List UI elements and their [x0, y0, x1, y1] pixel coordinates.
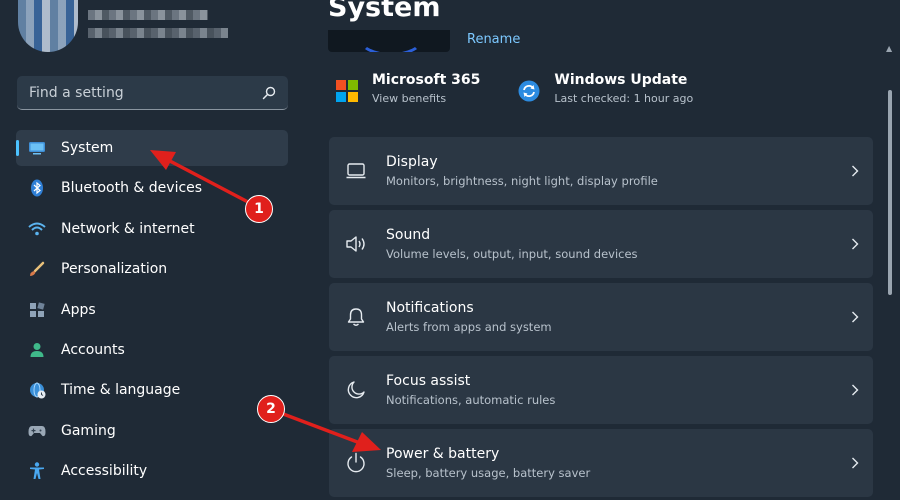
- sidebar-item-label: Bluetooth & devices: [61, 180, 203, 197]
- sidebar-item-label: Personalization: [61, 261, 168, 278]
- card-subtitle: Alerts from apps and system: [386, 320, 552, 334]
- quick-link-title: Windows Update: [554, 72, 688, 88]
- microsoft-logo-icon: [336, 80, 358, 102]
- sidebar-item-label: Apps: [61, 301, 96, 318]
- user-email-blurred: [88, 28, 228, 38]
- wifi-icon: [28, 220, 46, 238]
- main-pane: System Rename Microsoft 365 View benefit…: [310, 0, 900, 500]
- card-title: Power & battery: [386, 446, 500, 462]
- rename-link[interactable]: Rename: [467, 32, 520, 47]
- card-notifications[interactable]: Notifications Alerts from apps and syste…: [329, 283, 873, 351]
- card-title: Notifications: [386, 300, 474, 316]
- globe-clock-icon: [28, 381, 46, 399]
- sidebar-item-label: Accounts: [61, 341, 125, 358]
- device-wallpaper-thumbnail: [328, 30, 450, 52]
- card-power-battery[interactable]: Power & battery Sleep, battery usage, ba…: [329, 429, 873, 497]
- chevron-right-icon: [852, 457, 859, 469]
- user-avatar[interactable]: [18, 0, 78, 52]
- person-icon: [28, 341, 46, 359]
- monitor-icon: [28, 139, 46, 157]
- page-title: System: [328, 0, 441, 23]
- chevron-right-icon: [852, 311, 859, 323]
- brush-icon: [28, 260, 46, 278]
- quick-link-subtitle: Last checked: 1 hour ago: [554, 92, 694, 105]
- sidebar-item-label: Network & internet: [61, 220, 195, 237]
- sidebar-item-system[interactable]: System: [16, 130, 288, 166]
- main-scrollbar[interactable]: ▲: [883, 40, 897, 500]
- windows-update-link[interactable]: Windows Update Last checked: 1 hour ago: [518, 72, 693, 105]
- sidebar-item-label: Gaming: [61, 422, 116, 439]
- sidebar-item-time-language[interactable]: Time & language: [16, 372, 288, 408]
- card-title: Display: [386, 154, 438, 170]
- quick-link-subtitle: View benefits: [372, 92, 447, 105]
- scroll-up-arrow-icon[interactable]: ▲: [886, 44, 892, 53]
- sidebar-item-personalization[interactable]: Personalization: [16, 251, 288, 287]
- scrollbar-thumb[interactable]: [888, 90, 892, 295]
- sidebar-nav: System Bluetooth & devices Network & int…: [16, 130, 288, 494]
- quick-link-title: Microsoft 365: [372, 72, 481, 88]
- bell-icon: [345, 306, 367, 328]
- search-input[interactable]: [29, 84, 262, 101]
- chevron-right-icon: [852, 165, 859, 177]
- card-sound[interactable]: Sound Volume levels, output, input, soun…: [329, 210, 873, 278]
- bluetooth-icon: [28, 179, 46, 197]
- card-subtitle: Notifications, automatic rules: [386, 393, 556, 407]
- sidebar-item-gaming[interactable]: Gaming: [16, 413, 288, 449]
- sidebar-item-accounts[interactable]: Accounts: [16, 332, 288, 368]
- sidebar-item-accessibility[interactable]: Accessibility: [16, 453, 288, 489]
- search-box[interactable]: [17, 76, 288, 110]
- sidebar: System Bluetooth & devices Network & int…: [0, 0, 310, 500]
- sidebar-item-label: Time & language: [61, 382, 181, 399]
- windows-update-icon: [518, 80, 540, 102]
- card-subtitle: Sleep, battery usage, battery saver: [386, 466, 591, 480]
- sidebar-item-label: System: [61, 140, 114, 156]
- gamepad-icon: [28, 422, 46, 440]
- accessibility-icon: [28, 462, 46, 480]
- user-name-blurred: [88, 10, 208, 20]
- card-subtitle: Volume levels, output, input, sound devi…: [386, 247, 638, 261]
- card-display[interactable]: Display Monitors, brightness, night ligh…: [329, 137, 873, 205]
- card-focus-assist[interactable]: Focus assist Notifications, automatic ru…: [329, 356, 873, 424]
- apps-icon: [28, 301, 46, 319]
- card-title: Sound: [386, 227, 431, 243]
- speaker-icon: [345, 233, 367, 255]
- card-subtitle: Monitors, brightness, night light, displ…: [386, 174, 658, 188]
- quick-links: Microsoft 365 View benefits Windows Upda…: [336, 72, 731, 105]
- card-title: Focus assist: [386, 373, 471, 389]
- moon-icon: [345, 379, 367, 401]
- search-icon[interactable]: [262, 86, 276, 100]
- annotation-badge-step-2: 2: [257, 395, 285, 423]
- settings-cards: Display Monitors, brightness, night ligh…: [329, 137, 873, 500]
- annotation-badge-step-1: 1: [245, 195, 273, 223]
- microsoft-365-link[interactable]: Microsoft 365 View benefits: [336, 72, 480, 105]
- power-icon: [345, 452, 367, 474]
- chevron-right-icon: [852, 384, 859, 396]
- sidebar-item-apps[interactable]: Apps: [16, 292, 288, 328]
- chevron-right-icon: [852, 238, 859, 250]
- display-icon: [345, 160, 367, 182]
- sidebar-item-label: Accessibility: [61, 463, 148, 480]
